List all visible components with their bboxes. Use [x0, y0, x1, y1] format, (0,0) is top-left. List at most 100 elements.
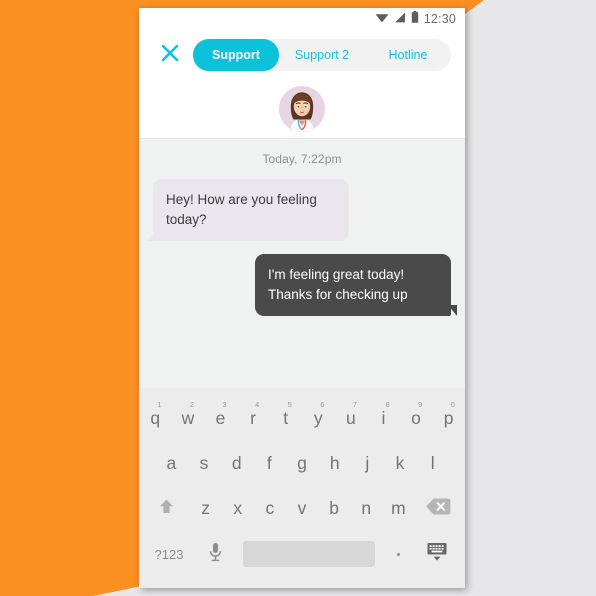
- key-w-label: w: [181, 407, 195, 428]
- key-b[interactable]: b: [318, 486, 350, 531]
- keyboard-row-4: ?123: [139, 531, 465, 577]
- key-c[interactable]: c: [254, 486, 286, 531]
- tab-support-2-label: Support 2: [294, 48, 350, 62]
- key-s[interactable]: s: [188, 441, 221, 486]
- wifi-icon: [375, 10, 389, 28]
- key-w[interactable]: 2w: [172, 396, 205, 441]
- phone-frame: 12:30 Support Support 2 Hotline Today, 7…: [139, 8, 465, 588]
- key-r-number: 4: [255, 400, 260, 409]
- key-i-label: i: [381, 407, 386, 428]
- key-t[interactable]: 5t: [269, 396, 302, 441]
- key-d-label: d: [231, 452, 242, 473]
- key-z[interactable]: z: [190, 486, 222, 531]
- avatar[interactable]: [279, 86, 325, 132]
- tab-hotline[interactable]: Hotline: [365, 39, 451, 71]
- key-h[interactable]: h: [318, 441, 351, 486]
- key-v[interactable]: v: [286, 486, 318, 531]
- key-t-number: 5: [287, 400, 292, 409]
- key-g-label: g: [297, 452, 307, 473]
- key-p-label: p: [443, 407, 454, 428]
- close-icon: [160, 43, 180, 68]
- key-j-label: j: [365, 452, 370, 473]
- chat-area: Today, 7:22pm Hey! How are you feeling t…: [139, 139, 465, 388]
- key-v-label: v: [297, 497, 307, 518]
- symbols-key[interactable]: ?123: [145, 531, 193, 577]
- tab-support-label: Support: [212, 48, 260, 62]
- hide-keyboard-icon: [426, 542, 448, 567]
- key-q[interactable]: 1q: [139, 396, 172, 441]
- message-bubble-incoming[interactable]: Hey! How are you feeling today?: [147, 179, 349, 242]
- spacebar-key[interactable]: [243, 541, 375, 567]
- key-s-label: s: [199, 452, 209, 473]
- key-t-label: t: [283, 407, 289, 428]
- period-key[interactable]: [381, 531, 415, 577]
- message-text-outgoing: I'm feeling great today! Thanks for chec…: [268, 267, 408, 302]
- cellular-signal-icon: [394, 10, 406, 28]
- key-m[interactable]: m: [382, 486, 414, 531]
- keyboard-row-1: 1q 2w 3e 4r 5t 6y 7u 8i 9o 0p: [139, 396, 465, 441]
- message-row-outgoing: I'm feeling great today! Thanks for chec…: [139, 254, 465, 317]
- keyboard-row-2: a s d f g h j k l: [139, 441, 465, 486]
- key-q-label: q: [150, 407, 161, 428]
- shift-arrow-icon: [158, 498, 175, 520]
- agent-avatar-illustration: [279, 86, 325, 132]
- backspace-key[interactable]: [414, 486, 461, 531]
- key-p-number: 0: [450, 400, 455, 409]
- tab-support[interactable]: Support: [193, 39, 279, 71]
- on-screen-keyboard: 1q 2w 3e 4r 5t 6y 7u 8i 9o 0p a s d f g …: [139, 388, 465, 588]
- key-y[interactable]: 6y: [302, 396, 335, 441]
- backspace-icon: [425, 497, 451, 521]
- key-n[interactable]: n: [350, 486, 382, 531]
- key-z-label: z: [201, 497, 211, 518]
- key-r[interactable]: 4r: [237, 396, 270, 441]
- key-f-label: f: [266, 452, 272, 473]
- key-g[interactable]: g: [286, 441, 319, 486]
- header-tab-bar: Support Support 2 Hotline: [139, 32, 465, 78]
- key-l[interactable]: l: [416, 441, 449, 486]
- screenshot-stage: 12:30 Support Support 2 Hotline Today, 7…: [0, 0, 596, 596]
- key-q-number: 1: [157, 400, 162, 409]
- key-k[interactable]: k: [384, 441, 417, 486]
- key-w-number: 2: [189, 400, 195, 409]
- key-u[interactable]: 7u: [335, 396, 368, 441]
- key-f[interactable]: f: [253, 441, 286, 486]
- key-x-label: x: [233, 497, 243, 518]
- key-k-label: k: [395, 452, 405, 473]
- key-a-label: a: [166, 452, 177, 473]
- key-j[interactable]: j: [351, 441, 384, 486]
- key-x[interactable]: x: [222, 486, 254, 531]
- key-l-label: l: [430, 452, 435, 473]
- key-a[interactable]: a: [155, 441, 188, 486]
- key-p[interactable]: 0p: [432, 396, 465, 441]
- shift-key[interactable]: [143, 486, 190, 531]
- key-i[interactable]: 8i: [367, 396, 400, 441]
- key-u-label: u: [345, 407, 356, 428]
- battery-icon: [411, 10, 419, 28]
- chat-date-label: Today, 7:22pm: [262, 152, 342, 166]
- microphone-key[interactable]: [193, 531, 237, 577]
- microphone-icon: [208, 542, 223, 567]
- hide-keyboard-key[interactable]: [415, 531, 459, 577]
- tab-support-2[interactable]: Support 2: [279, 39, 365, 71]
- key-d[interactable]: d: [220, 441, 253, 486]
- key-m-label: m: [391, 497, 406, 518]
- key-i-number: 8: [385, 400, 390, 409]
- key-u-number: 7: [352, 400, 358, 409]
- key-r-label: r: [250, 407, 256, 428]
- key-o[interactable]: 9o: [400, 396, 433, 441]
- key-e-label: e: [215, 407, 226, 428]
- keyboard-row-3: z x c v b n m: [139, 486, 465, 531]
- message-text-incoming: Hey! How are you feeling today?: [166, 192, 317, 227]
- key-e[interactable]: 3e: [204, 396, 237, 441]
- close-button[interactable]: [151, 36, 189, 74]
- key-e-number: 3: [222, 400, 227, 409]
- avatar-row: [139, 80, 465, 138]
- period-key-glyph: [396, 552, 400, 556]
- key-b-label: b: [329, 497, 339, 518]
- key-h-label: h: [329, 452, 340, 473]
- key-y-label: y: [313, 407, 323, 428]
- message-bubble-outgoing[interactable]: I'm feeling great today! Thanks for chec…: [255, 254, 457, 317]
- status-bar: 12:30: [139, 8, 465, 30]
- tab-group: Support Support 2 Hotline: [193, 39, 451, 71]
- key-n-label: n: [361, 497, 372, 518]
